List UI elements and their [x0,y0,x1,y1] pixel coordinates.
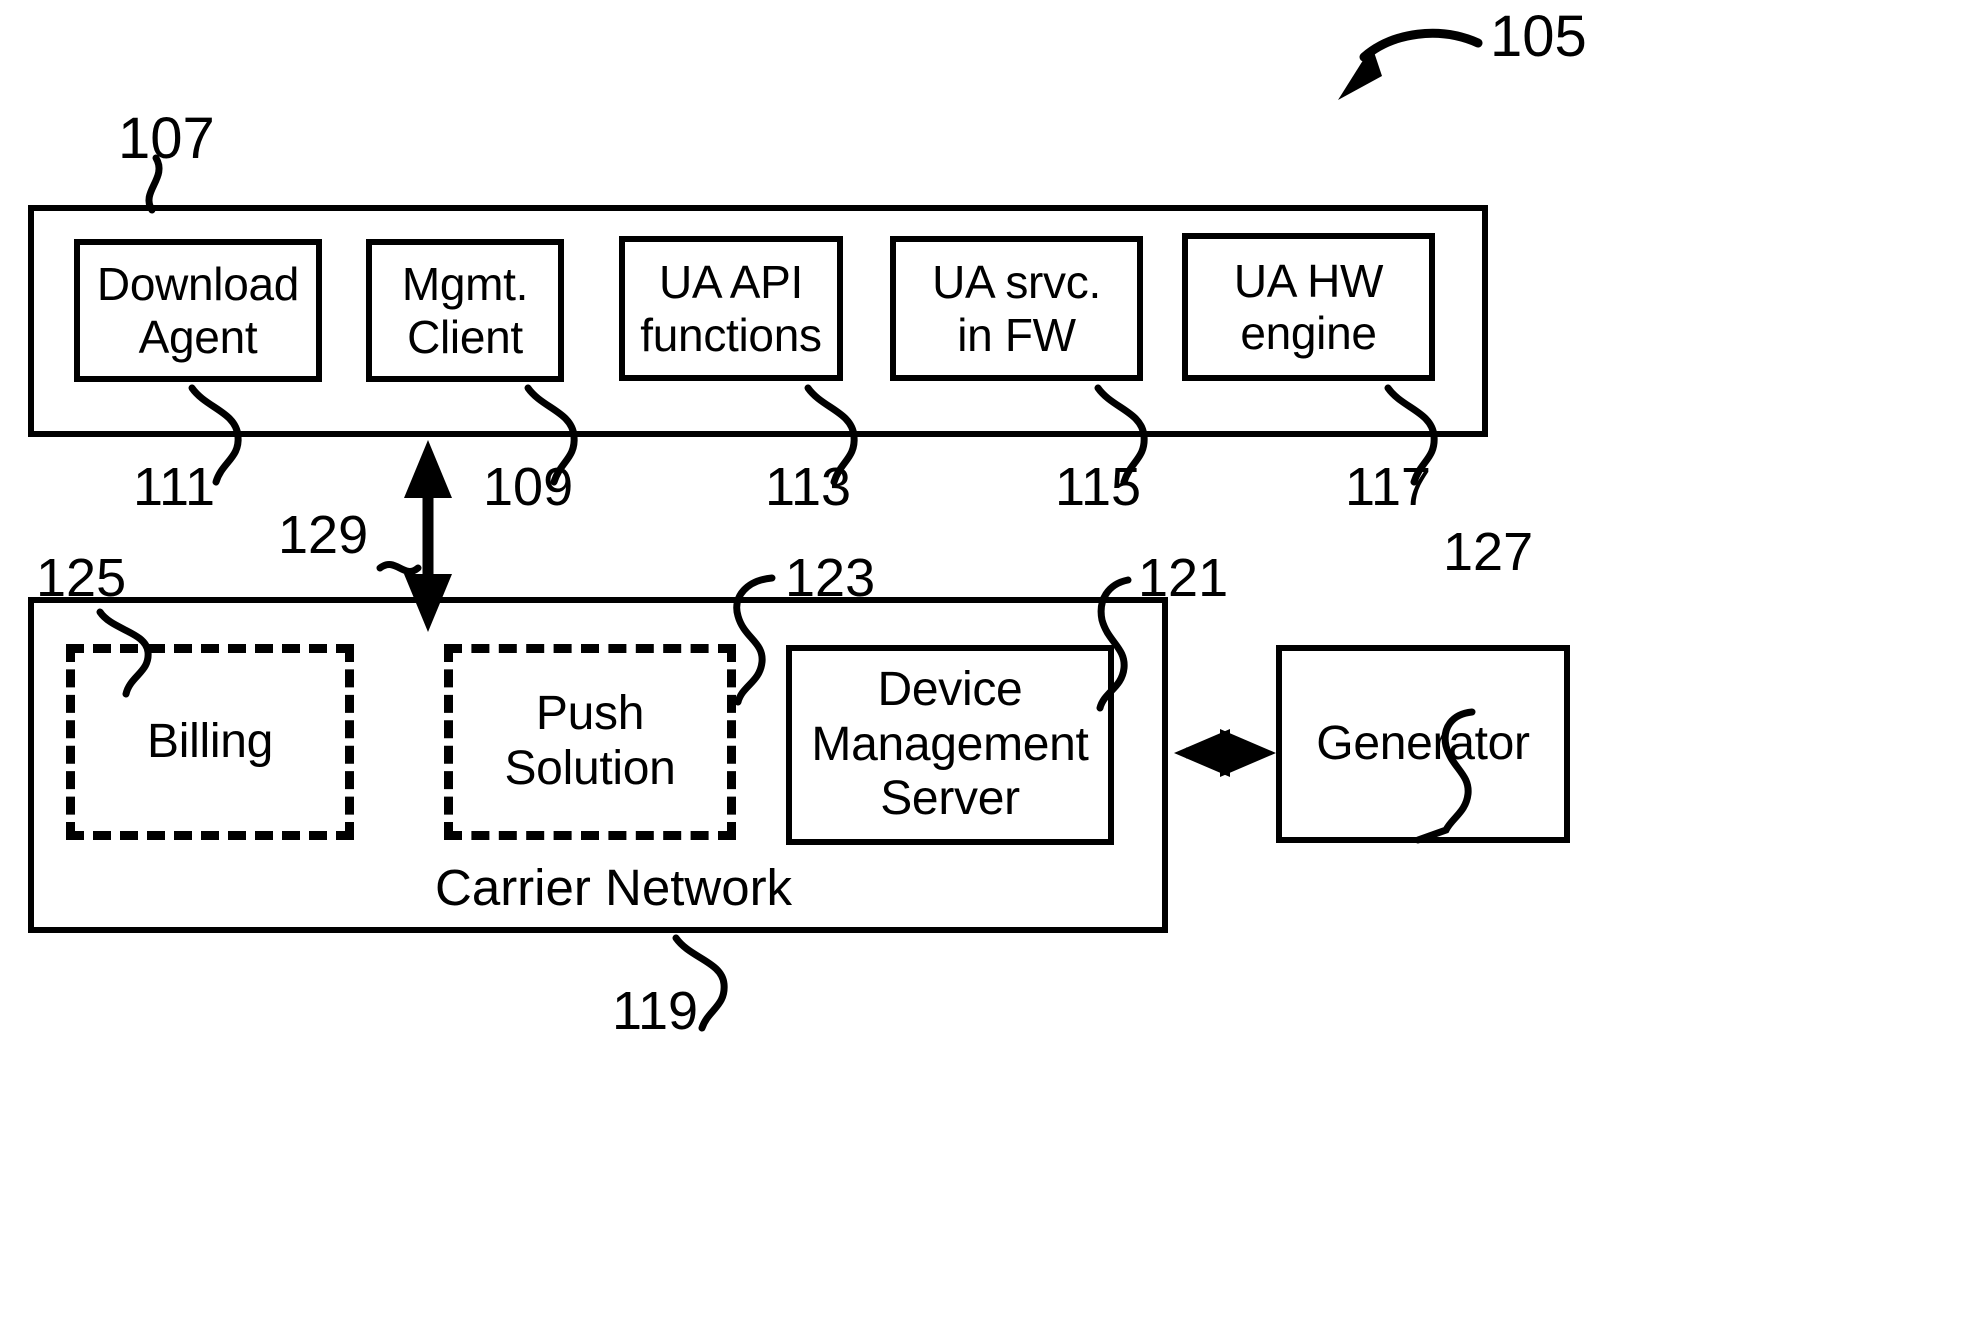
link-carrier-generator-double-arrow [1174,729,1276,777]
billing-label: Billing [147,714,273,768]
ref-num-105: 105 [1490,4,1587,69]
device-management-server-label: Device Management Server [811,662,1089,826]
ref-num-119: 119 [612,981,699,1041]
ref-num-129: 129 [278,505,369,565]
ref-num-107: 107 [118,106,215,171]
ref-leader-129 [376,561,422,575]
module-label-ua-srvc-in-fw: UA srvc. in FW [932,256,1101,361]
module-label-download-agent: Download Agent [96,258,300,363]
module-label-ua-hw-engine: UA HW engine [1233,254,1384,359]
module-label-ua-api-functions: UA API functions [640,256,822,361]
ref-leader-105 [1338,28,1483,100]
carrier-network-label: Carrier Network [435,859,793,916]
ref-num-117: 117 [1345,457,1432,517]
ref-num-109: 109 [483,457,574,517]
push-solution-label: Push Solution [504,687,676,795]
module-label-mgmt-client: Mgmt. Client [401,258,529,363]
patent-figure: 105 107 Download Agent Mgmt. Client UA A… [0,0,1962,1330]
ref-num-113: 113 [765,457,852,517]
generator-label: Generator [1316,716,1530,770]
ref-num-111: 111 [133,457,216,517]
ref-num-115: 115 [1055,457,1142,517]
ref-num-127: 127 [1443,522,1534,582]
